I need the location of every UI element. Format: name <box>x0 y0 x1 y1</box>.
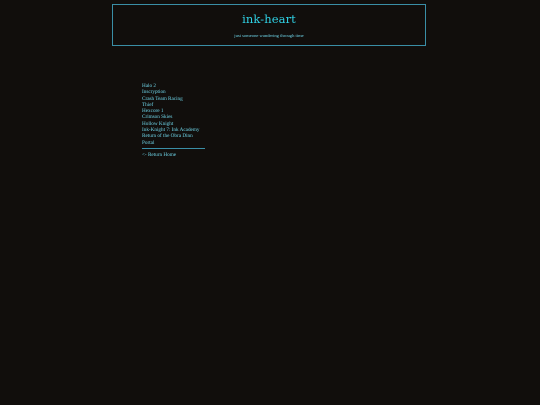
return-home-link[interactable]: <- Return Home <box>142 152 176 158</box>
site-header: ink-heart just someone wandering through… <box>112 4 426 46</box>
site-title[interactable]: ink-heart <box>113 12 425 26</box>
list-item-return-of-the-obra-dinn[interactable]: Return of the Obra Dinn <box>142 133 199 139</box>
game-list: Halo 2 Inscryption Crash Team Racing Thi… <box>142 83 199 146</box>
list-item-portal[interactable]: Portal <box>142 140 199 146</box>
site-tagline: just someone wandering through time <box>234 33 304 38</box>
divider <box>142 148 205 149</box>
